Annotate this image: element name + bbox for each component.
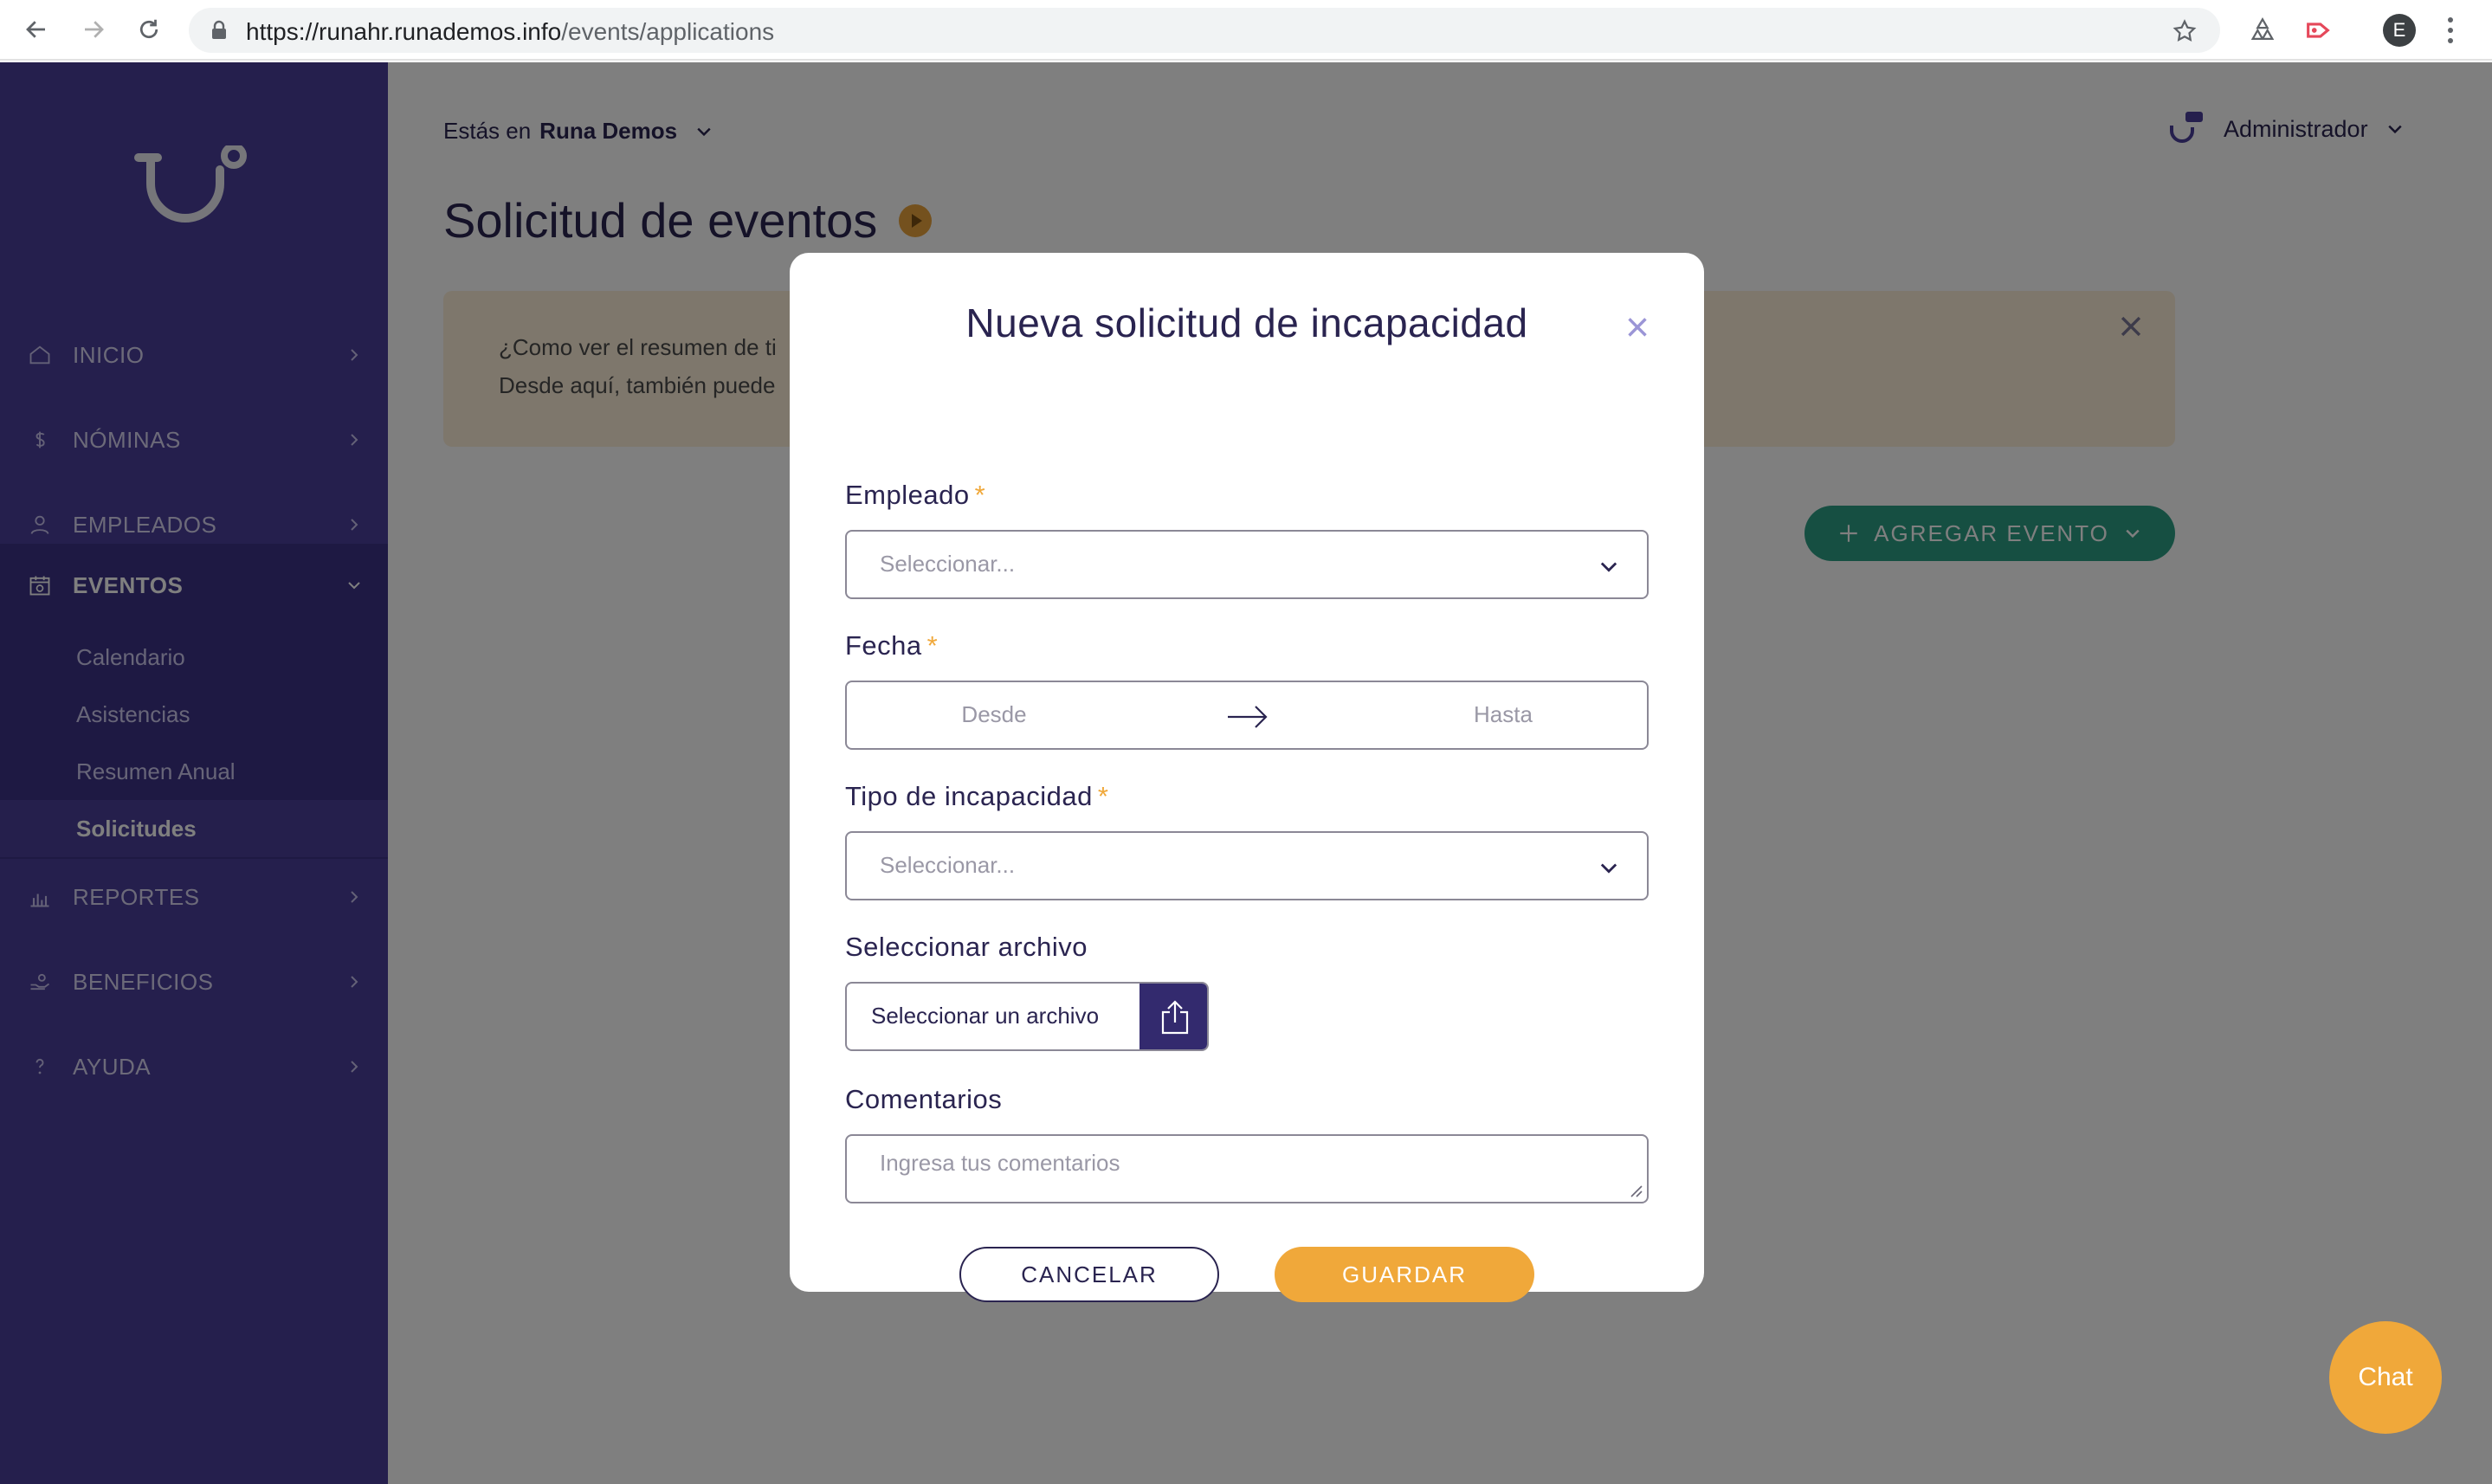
reload-button[interactable] bbox=[132, 12, 166, 47]
kebab-menu-icon[interactable] bbox=[2445, 14, 2456, 47]
comments-textarea[interactable]: Ingresa tus comentarios bbox=[845, 1134, 1649, 1203]
employee-label: Empleado * bbox=[845, 480, 986, 510]
date-from-input[interactable]: Desde bbox=[847, 701, 1141, 728]
address-bar[interactable]: https://runahr.runademos.info/events/app… bbox=[189, 8, 2220, 53]
url-text: https://runahr.runademos.info/events/app… bbox=[246, 18, 775, 45]
modal-title: Nueva solicitud de incapacidad bbox=[965, 300, 1528, 345]
cancel-button[interactable]: CANCELAR bbox=[959, 1247, 1219, 1302]
chevron-down-icon bbox=[1600, 562, 1617, 572]
comments-label: Comentarios bbox=[845, 1084, 1003, 1114]
resize-handle-icon[interactable] bbox=[1628, 1183, 1643, 1198]
profile-avatar[interactable]: E bbox=[2383, 14, 2416, 47]
reload-icon bbox=[139, 19, 158, 39]
save-button[interactable]: GUARDAR bbox=[1275, 1247, 1534, 1302]
cast-extension-icon[interactable] bbox=[2303, 16, 2333, 45]
arrow-right-icon bbox=[1228, 706, 1268, 728]
disability-type-select[interactable]: Seleccionar... bbox=[845, 831, 1649, 900]
recycle-extension-icon[interactable] bbox=[2248, 16, 2277, 45]
date-range-picker: Desde Hasta bbox=[845, 681, 1649, 750]
chevron-down-icon bbox=[1600, 863, 1617, 874]
date-label: Fecha * bbox=[845, 630, 939, 661]
employee-select[interactable]: Seleccionar... bbox=[845, 530, 1649, 599]
lock-icon bbox=[212, 20, 226, 39]
file-picker[interactable]: Seleccionar un archivo bbox=[845, 982, 1209, 1051]
app: INICIO NÓMINAS EMPLEADOS EVENTOS Calenda… bbox=[0, 62, 2492, 1484]
new-disability-request-modal: Nueva solicitud de incapacidad × Emplead… bbox=[790, 253, 1704, 1302]
file-label: Seleccionar archivo bbox=[845, 932, 1088, 962]
close-icon: × bbox=[1624, 305, 1650, 351]
chat-button[interactable]: Chat bbox=[2329, 1321, 2442, 1434]
forward-button[interactable] bbox=[76, 12, 111, 47]
back-button[interactable] bbox=[19, 12, 54, 47]
arrow-left-icon bbox=[26, 21, 45, 38]
disability-type-label: Tipo de incapacidad * bbox=[845, 781, 1109, 811]
arrow-right-icon bbox=[85, 21, 104, 38]
browser-toolbar: https://runahr.runademos.info/events/app… bbox=[0, 0, 2492, 61]
modal-close-button[interactable]: × bbox=[1623, 305, 1652, 351]
upload-button[interactable] bbox=[1139, 984, 1207, 1049]
date-to-input[interactable]: Hasta bbox=[1356, 701, 1650, 728]
star-icon bbox=[2172, 19, 2197, 42]
upload-icon bbox=[1161, 1000, 1189, 1035]
